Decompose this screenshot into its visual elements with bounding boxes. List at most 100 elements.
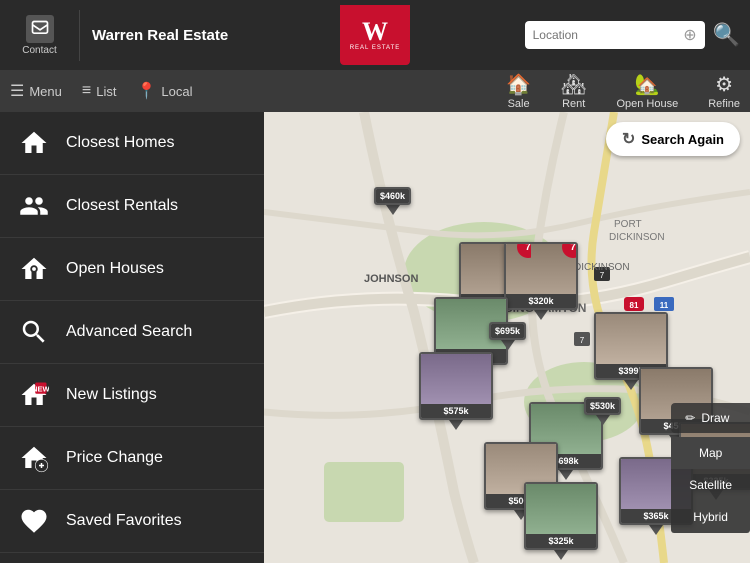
svg-text:PORT: PORT [614,219,642,230]
nav-open-house[interactable]: 🏡 Open House [616,72,678,110]
draw-label: Draw [701,411,729,425]
sidebar-item-advanced-search[interactable]: Advanced Search [0,301,264,364]
list-icon: ≡ [82,82,91,100]
property-pin[interactable]: 7 $320k [504,242,578,320]
rent-icon: 🏘 [561,72,586,97]
property-pin[interactable]: $575k [419,352,493,430]
pin-price: $695k [491,324,524,338]
sidebar-item-saved-favorites[interactable]: Saved Favorites [0,490,264,553]
saved-favorites-label: Saved Favorites [66,512,182,530]
map-type-map-label: Map [699,446,722,460]
property-pin[interactable]: $325k [524,482,598,560]
new-listings-icon: NEW [16,377,52,413]
advanced-search-label: Advanced Search [66,323,192,341]
open-house-label: Open House [616,98,678,110]
price-change-label: Price Change [66,449,163,467]
pencil-icon: ✏ [685,411,695,425]
sidebar-item-share-app[interactable]: Share App [0,553,264,563]
open-houses-label: Open Houses [66,260,164,278]
property-pin[interactable]: $530k [584,397,621,425]
pin-triangle [449,420,463,430]
map-type-hybrid-label: Hybrid [693,510,728,524]
contact-section[interactable]: Contact [0,10,80,61]
saved-favorites-icon [16,503,52,539]
closest-rentals-icon [16,188,52,224]
sidebar-item-price-change[interactable]: Price Change [0,427,264,490]
company-name: Warren Real Estate [80,27,525,44]
price-change-icon [16,440,52,476]
sidebar-item-open-houses[interactable]: Open Houses [0,238,264,301]
open-houses-icon [16,251,52,287]
map-type-satellite-label: Satellite [689,478,732,492]
nav-local-label: Local [161,84,192,99]
refine-icon: ⚙ [715,72,733,97]
property-pin[interactable]: $695k [489,322,526,350]
nav-list-label: List [96,84,116,99]
header-search: ⊕ 🔍 [525,21,740,49]
sale-icon: 🏠 [506,72,531,97]
closest-homes-icon [16,125,52,161]
top-nav-right: 🏠 Sale 🏘 Rent 🏡 Open House ⚙ Refine [506,72,740,110]
nav-local[interactable]: 📍 Local [136,81,192,101]
app-header: Contact Warren Real Estate W REAL ESTATE… [0,0,750,70]
map-type-controls: ✏ Draw Map Satellite Hybrid [671,403,750,533]
pin-triangle [386,205,400,215]
new-listings-label: New Listings [66,386,157,404]
pin-price: $530k [586,399,619,413]
location-search-wrap[interactable]: ⊕ [525,21,705,49]
property-pin[interactable]: $460k [374,187,411,215]
search-again-label: Search Again [641,132,724,147]
logo-tagline: REAL ESTATE [350,45,401,51]
svg-text:81: 81 [630,301,639,310]
search-button[interactable]: 🔍 [713,22,740,48]
logo-w: W [362,19,388,45]
pin-triangle [554,550,568,560]
pin-image [526,484,596,534]
refine-label: Refine [708,98,740,110]
map-type-satellite-button[interactable]: Satellite [671,469,750,501]
sidebar-item-closest-rentals[interactable]: Closest Rentals [0,175,264,238]
pin-price: $460k [376,189,409,203]
pin-price: $325k [526,534,596,548]
nav-list[interactable]: ≡ List [82,82,117,100]
svg-text:7: 7 [580,336,585,345]
navbar: ☰ Menu ≡ List 📍 Local 🏠 Sale 🏘 Rent 🏡 Op… [0,70,750,112]
map-type-hybrid-button[interactable]: Hybrid [671,501,750,533]
svg-text:NEW: NEW [32,384,49,393]
refresh-icon: ↻ [622,129,635,149]
pin-triangle [559,470,573,480]
nav-menu[interactable]: ☰ Menu [10,81,62,101]
pin-price: $320k [506,294,576,308]
draw-button[interactable]: ✏ Draw [671,403,750,433]
nav-sale[interactable]: 🏠 Sale [506,72,531,110]
svg-text:DICKINSON: DICKINSON [609,232,665,243]
nav-rent[interactable]: 🏘 Rent [561,72,586,110]
contact-label: Contact [22,45,56,56]
search-again-button[interactable]: ↻ Search Again [606,122,740,156]
nav-menu-label: Menu [29,84,62,99]
menu-icon: ☰ [10,81,24,101]
closest-homes-label: Closest Homes [66,134,174,152]
pin-image [421,354,491,404]
sidebar-item-closest-homes[interactable]: Closest Homes [0,112,264,175]
pin-triangle [596,415,610,425]
rent-label: Rent [562,98,585,110]
location-input[interactable] [533,28,684,42]
local-icon: 📍 [136,81,156,101]
open-house-icon: 🏡 [635,72,660,97]
svg-text:11: 11 [660,301,669,310]
svg-text:DICKINSON: DICKINSON [574,262,630,273]
closest-rentals-label: Closest Rentals [66,197,178,215]
contact-icon [26,15,54,43]
sale-label: Sale [508,98,530,110]
nav-refine[interactable]: ⚙ Refine [708,72,740,110]
main-content: Closest Homes Closest Rentals Open House… [0,112,750,563]
sidebar: Closest Homes Closest Rentals Open House… [0,112,264,563]
logo: W REAL ESTATE [340,5,410,65]
locate-button[interactable]: ⊕ [683,25,696,45]
map-area[interactable]: 11 81 7 7 7 JOHNSON BINGHAMTON PORT DICK… [264,112,750,563]
advanced-search-icon [16,314,52,350]
map-type-map-button[interactable]: Map [671,437,750,469]
pin-triangle [624,380,638,390]
sidebar-item-new-listings[interactable]: NEW New Listings [0,364,264,427]
